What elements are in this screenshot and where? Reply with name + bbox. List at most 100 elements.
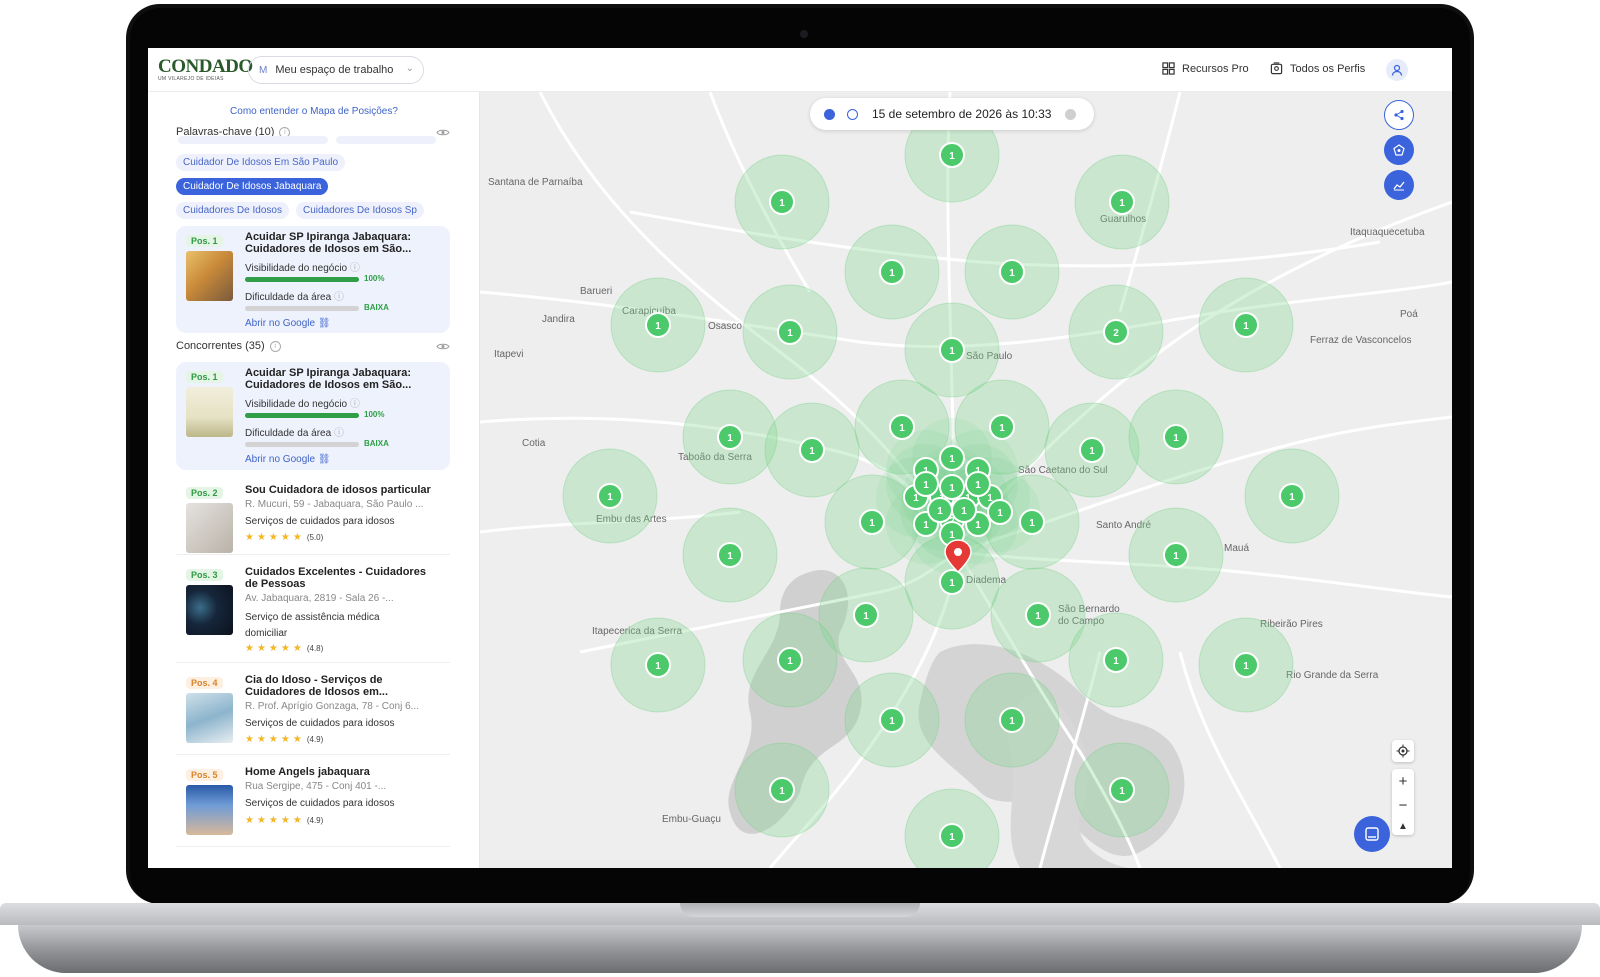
rank-marker[interactable]: 1 — [717, 424, 743, 450]
business-card[interactable]: Pos. 1 Acuidar SP Ipiranga Jabaquara: Cu… — [176, 226, 450, 333]
rank-marker[interactable]: 1 — [951, 497, 977, 523]
help-link[interactable]: Como entender o Mapa de Posições? — [148, 106, 479, 117]
competitor-card[interactable]: Pos. 4 Cia do Idoso - Serviços de Cuidad… — [176, 668, 450, 754]
keyword-chip[interactable]: Cuidador De Idosos Em São Paulo — [176, 154, 346, 171]
rank-marker[interactable]: 1 — [1163, 424, 1189, 450]
eye-icon[interactable] — [436, 128, 450, 137]
rank-marker-value: 1 — [923, 480, 929, 491]
rank-marker[interactable]: 1 — [927, 497, 953, 523]
forward-icon[interactable] — [1065, 108, 1077, 120]
rank-marker[interactable]: 1 — [965, 471, 991, 497]
date-label: 15 de setembro de 2026 às 10:33 — [872, 107, 1052, 121]
rating-value: (4.8) — [306, 644, 324, 653]
rank-marker[interactable]: 1 — [1109, 777, 1135, 803]
chart-icon — [1393, 181, 1405, 191]
rank-marker[interactable]: 1 — [939, 445, 965, 471]
visibility-label: Visibilidade do negócio ⓘ — [245, 395, 445, 410]
info-icon[interactable]: ⓘ — [334, 292, 344, 303]
rank-marker-value: 1 — [1113, 656, 1119, 667]
locate-button[interactable] — [1392, 740, 1414, 762]
rank-marker[interactable]: 1 — [939, 823, 965, 849]
rank-marker[interactable]: 1 — [1109, 189, 1135, 215]
rank-marker[interactable]: 1 — [989, 414, 1015, 440]
rank-marker[interactable]: 1 — [939, 337, 965, 363]
rank-map[interactable]: Santana de Parnaíba Guarulhos Itaquaquecet… — [480, 92, 1452, 868]
rank-marker[interactable]: 1 — [1163, 542, 1189, 568]
link-icon: ⛓ — [317, 454, 331, 465]
chart-button[interactable] — [1384, 170, 1414, 200]
rank-marker[interactable]: 1 — [769, 777, 795, 803]
user-avatar[interactable] — [1386, 59, 1408, 81]
rank-marker[interactable]: 1 — [645, 312, 671, 338]
rank-marker-value: 1 — [655, 321, 661, 332]
keyword-chip-selected[interactable]: Cuidador De Idosos Jabaquara — [176, 178, 329, 195]
pro-features-button[interactable]: Recursos Pro — [1162, 62, 1249, 75]
rank-marker[interactable]: 1 — [777, 319, 803, 345]
open-google-label: Abrir no Google — [245, 318, 316, 329]
info-icon[interactable]: ⓘ — [350, 399, 360, 410]
rank-marker[interactable]: 1 — [889, 414, 915, 440]
rank-marker-value: 1 — [949, 346, 955, 357]
rank-marker[interactable]: 1 — [999, 259, 1025, 285]
rank-marker[interactable]: 1 — [939, 474, 965, 500]
rank-marker[interactable]: 1 — [799, 437, 825, 463]
rank-marker[interactable]: 1 — [645, 652, 671, 678]
rank-marker[interactable]: 1 — [1233, 312, 1259, 338]
compass-icon[interactable]: ▲ — [1398, 821, 1408, 832]
keyword-chip[interactable]: Cuidadores De Idosos Sp — [296, 202, 424, 219]
rank-marker[interactable]: 1 — [717, 542, 743, 568]
info-icon[interactable]: ⓘ — [350, 263, 360, 274]
chat-button[interactable] — [1354, 816, 1390, 852]
share-button[interactable] — [1384, 100, 1414, 130]
rank-marker[interactable]: 1 — [777, 647, 803, 673]
keyword-chip[interactable]: Cuidadores De Idosos — [176, 202, 289, 219]
difficulty-value: BAIXA — [364, 439, 389, 448]
rank-marker[interactable]: 1 — [769, 189, 795, 215]
rank-marker[interactable]: 1 — [853, 602, 879, 628]
rank-marker[interactable]: 1 — [1025, 602, 1051, 628]
info-icon[interactable]: i — [269, 340, 281, 352]
layers-button[interactable] — [1384, 135, 1414, 165]
back-icon[interactable] — [824, 108, 835, 120]
rank-marker[interactable]: 1 — [1079, 437, 1105, 463]
competitor-card[interactable]: Pos. 2 Sou Cuidadora de idosos particula… — [176, 478, 450, 554]
open-google-link[interactable]: Abrir no Google ⛓ — [245, 318, 331, 329]
rank-marker[interactable]: 1 — [859, 509, 885, 535]
business-photo — [186, 387, 233, 437]
rank-marker[interactable]: 1 — [879, 259, 905, 285]
rank-marker[interactable]: 1 — [987, 499, 1013, 525]
zoom-in-button[interactable]: + — [1399, 773, 1408, 790]
rank-marker-value: 1 — [949, 832, 955, 843]
workspace-selector[interactable]: M Meu espaço de trabalho ⌄ — [248, 56, 424, 84]
position-badge: Pos. 3 — [186, 569, 223, 581]
logo[interactable]: CONDADO UM VILAREJO DE IDEIAS — [158, 56, 253, 86]
rank-marker[interactable]: 1 — [939, 569, 965, 595]
competitor-card[interactable]: Pos. 1 Acuidar SP Ipiranga Jabaquara: Cu… — [176, 362, 450, 470]
map-canvas[interactable]: Santana de ParnaíbaGuarulhosItaquaquecet… — [480, 92, 1452, 868]
competitor-card[interactable]: Pos. 3 Cuidados Excelentes - Cuidadores … — [176, 560, 450, 660]
rank-marker[interactable]: 2 — [1103, 319, 1129, 345]
laptop-notch — [680, 903, 920, 917]
all-profiles-button[interactable]: Todos os Perfis — [1270, 62, 1365, 75]
divider — [176, 662, 450, 663]
zoom-out-button[interactable]: − — [1399, 797, 1408, 814]
keyword-chip-partial[interactable] — [178, 136, 328, 144]
city-label: Osasco — [708, 321, 742, 332]
rank-marker[interactable]: 1 — [913, 471, 939, 497]
rank-marker[interactable]: 1 — [597, 483, 623, 509]
competitor-card[interactable]: Pos. 5 Home Angels jabaquara Rua Sergipe… — [176, 760, 450, 846]
rank-marker-value: 1 — [1035, 611, 1041, 622]
eye-icon[interactable] — [436, 342, 450, 351]
rank-marker[interactable]: 1 — [1103, 647, 1129, 673]
rank-marker[interactable]: 1 — [1279, 483, 1305, 509]
open-google-link[interactable]: Abrir no Google ⛓ — [245, 454, 331, 465]
rank-marker[interactable]: 1 — [939, 142, 965, 168]
rank-marker-value: 1 — [1029, 518, 1035, 529]
rank-marker[interactable]: 1 — [1019, 509, 1045, 535]
rank-marker[interactable]: 1 — [999, 707, 1025, 733]
rank-marker[interactable]: 1 — [879, 707, 905, 733]
info-icon[interactable]: ⓘ — [334, 428, 344, 439]
history-icon[interactable] — [847, 108, 858, 120]
keyword-chip-partial[interactable] — [336, 136, 436, 144]
rank-marker[interactable]: 1 — [1233, 652, 1259, 678]
